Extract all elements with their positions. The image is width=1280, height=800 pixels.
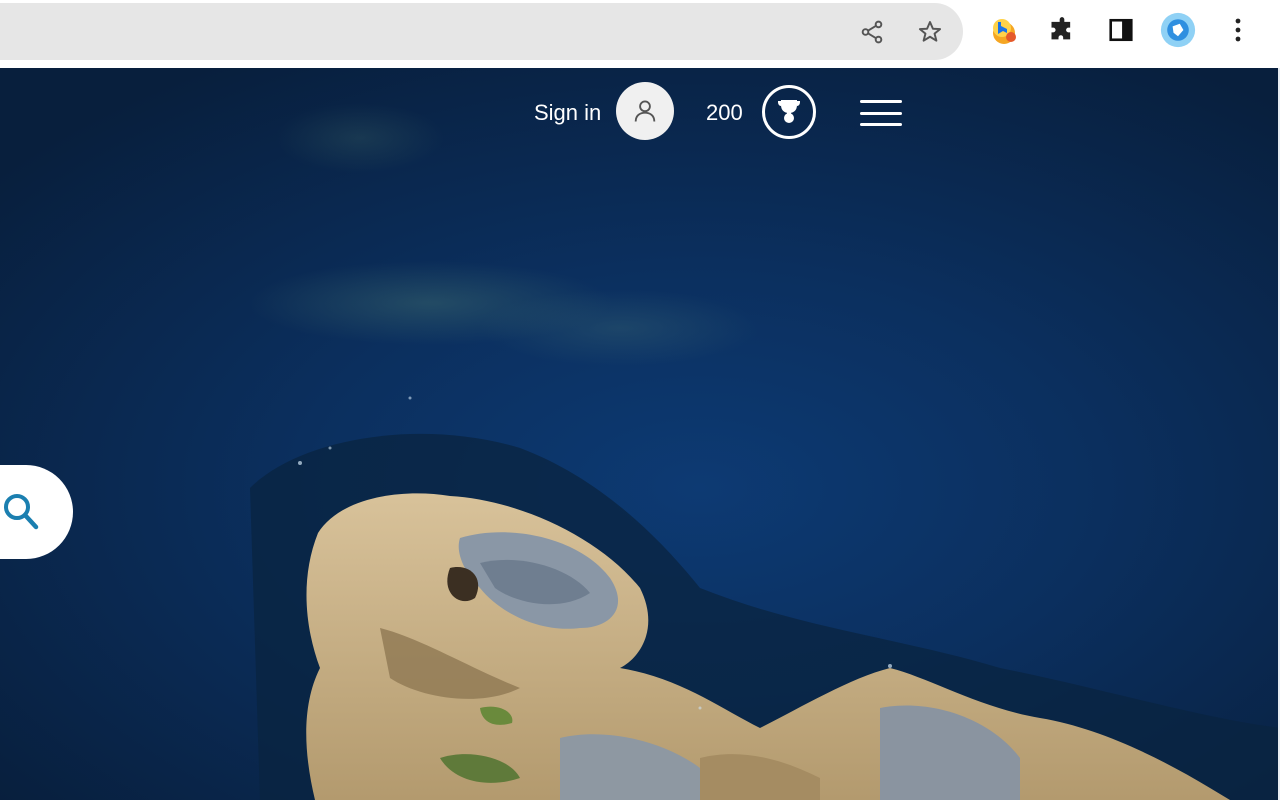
- sign-in-avatar-button[interactable]: [616, 82, 674, 140]
- star-icon: [918, 21, 942, 42]
- profile-avatar-icon: [1160, 12, 1196, 48]
- extensions-button[interactable]: [1044, 12, 1080, 48]
- hamburger-icon: [860, 100, 902, 103]
- address-bar[interactable]: [0, 3, 963, 60]
- share-icon: [861, 20, 883, 44]
- side-panel-button[interactable]: [1103, 12, 1139, 48]
- kebab-menu-icon: [1235, 18, 1241, 42]
- bookmark-button[interactable]: [913, 15, 947, 49]
- rewards-points[interactable]: 200: [706, 100, 743, 126]
- user-icon: [634, 100, 656, 122]
- browser-toolbar: [0, 0, 1280, 68]
- hamburger-icon: [860, 111, 902, 115]
- bing-extension-icon: [993, 19, 1016, 44]
- puzzle-icon: [1051, 17, 1071, 40]
- rewards-button[interactable]: [762, 85, 816, 139]
- coastline-rocks-image: [250, 396, 1280, 800]
- hamburger-icon: [860, 123, 902, 126]
- browser-menu-button[interactable]: [1220, 12, 1256, 48]
- side-panel-icon: [1109, 18, 1133, 42]
- profile-button[interactable]: [1160, 12, 1196, 48]
- bing-extension-button[interactable]: [986, 12, 1022, 48]
- search-icon: [4, 494, 39, 530]
- trophy-icon: [778, 100, 800, 123]
- hamburger-menu-button[interactable]: [860, 96, 902, 130]
- sign-in-label[interactable]: Sign in: [534, 100, 601, 126]
- share-button[interactable]: [855, 15, 889, 49]
